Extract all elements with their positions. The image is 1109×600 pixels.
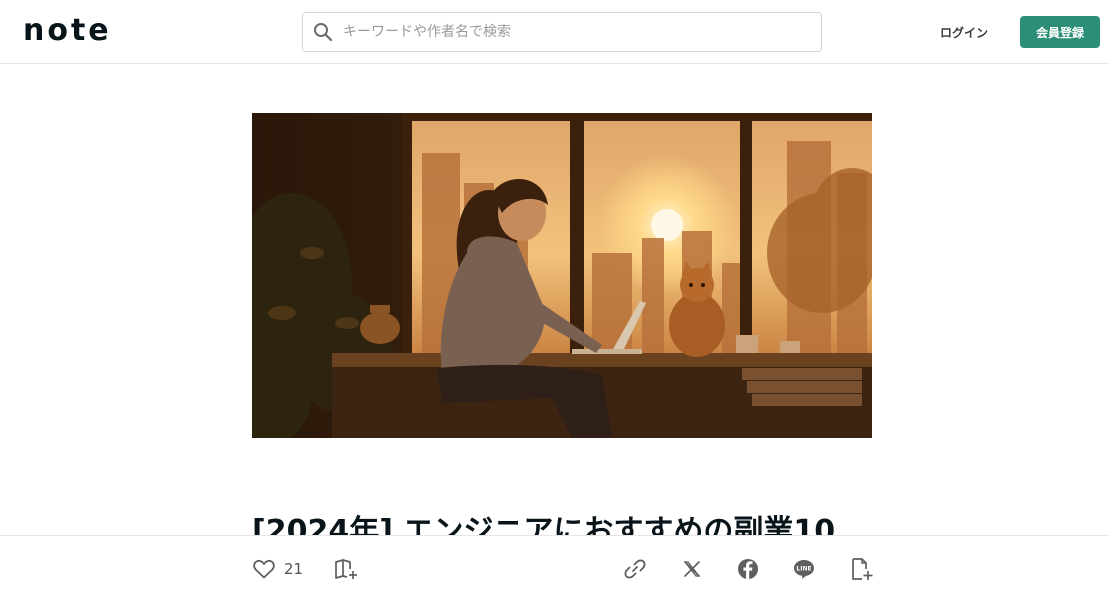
login-button[interactable]: ログイン <box>930 16 998 48</box>
facebook-icon[interactable] <box>735 556 761 582</box>
article-eyecatch-image <box>252 113 872 438</box>
note-logo[interactable]: note <box>23 14 123 48</box>
magazine-add-icon[interactable] <box>333 556 359 582</box>
search-box[interactable] <box>302 12 822 52</box>
like-count: 21 <box>284 560 304 578</box>
search-icon <box>313 22 333 42</box>
add-note-icon[interactable] <box>848 556 874 582</box>
search-input[interactable] <box>343 13 813 51</box>
svg-text:LINE: LINE <box>796 566 811 573</box>
signup-button[interactable]: 会員登録 <box>1020 16 1100 48</box>
site-header: note ログイン 会員登録 <box>0 0 1109 64</box>
link-icon[interactable] <box>622 556 648 582</box>
heart-icon[interactable] <box>251 556 277 582</box>
article-action-bar: 21 LINE <box>0 535 1109 600</box>
line-icon[interactable]: LINE <box>791 556 817 582</box>
x-icon[interactable] <box>679 556 705 582</box>
